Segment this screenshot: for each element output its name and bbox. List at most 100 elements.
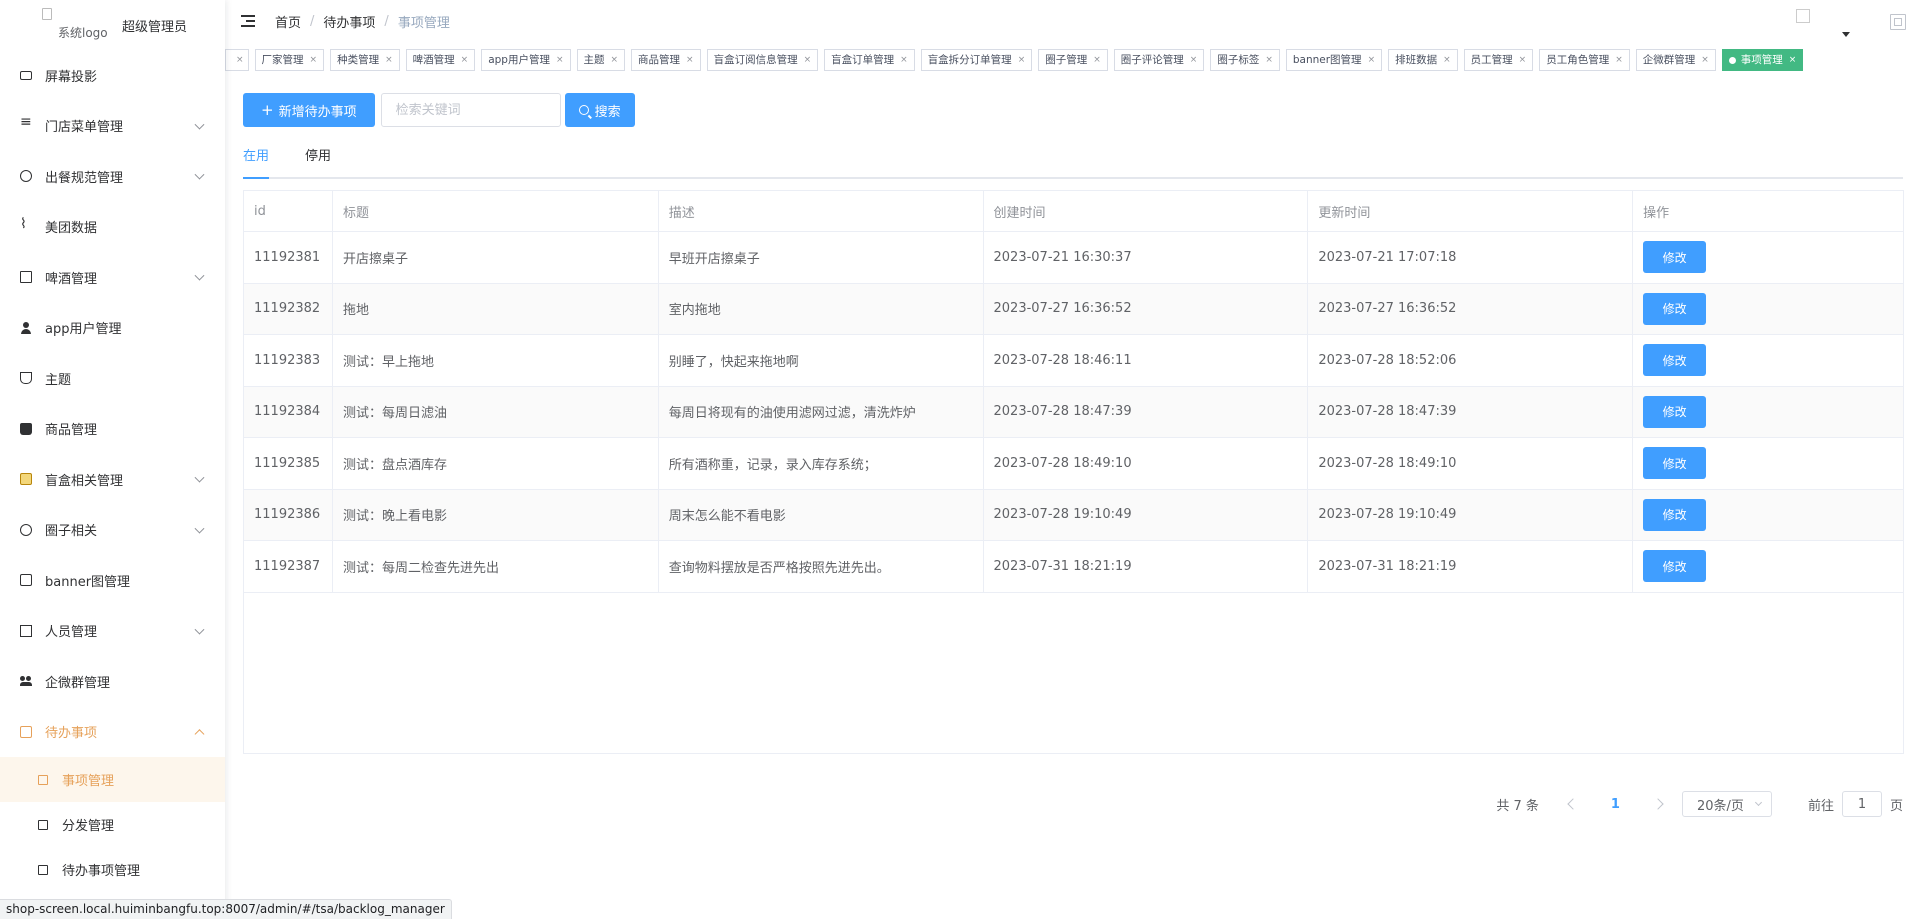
task-icon (38, 774, 48, 785)
screen-icon (20, 70, 32, 80)
tag-view-item[interactable]: 厂家管理 × (254, 49, 325, 71)
sidebar-item[interactable]: 出餐规范管理 (0, 151, 225, 202)
circle-icon (20, 523, 32, 536)
close-icon[interactable]: × (1615, 50, 1623, 70)
tag-view-item[interactable]: 商品管理 × (631, 49, 701, 71)
tag-view-item[interactable]: 排班数据 × (1388, 49, 1458, 71)
sidebar-item[interactable]: 盲盒相关管理 (0, 454, 225, 505)
sidebar-subitem[interactable]: 事项管理 (0, 757, 225, 802)
search-input[interactable] (380, 93, 561, 127)
cell-actions: 修改 (1632, 386, 1904, 438)
table-row: 11192385 测试：盘点酒库存 所有酒称重，记录，录入库存系统； 2023-07-… (243, 437, 1904, 490)
tag-view-item[interactable]: 圈子管理 × (1038, 49, 1108, 71)
caret-down-icon[interactable] (1842, 32, 1850, 37)
edit-button[interactable]: 修改 (1643, 241, 1707, 274)
page-number[interactable]: 1 (1611, 797, 1620, 812)
close-icon[interactable]: × (1265, 50, 1273, 70)
sidebar-item[interactable]: 门店菜单管理 (0, 101, 225, 152)
close-icon[interactable]: × (556, 50, 564, 70)
tab-in-use[interactable]: 在用 (243, 145, 270, 179)
tag-view-item[interactable]: 盲盒订单管理 × (824, 49, 915, 71)
sidebar-item-label: 屏幕投影 (45, 69, 98, 85)
add-todo-button[interactable]: + 新增待办事项 (243, 93, 375, 127)
tag-view-item[interactable]: 主题 × (576, 49, 626, 71)
fullscreen-icon[interactable] (1890, 14, 1906, 30)
close-icon[interactable]: × (236, 50, 244, 70)
todo-table: id 标题 描述 创建时间 更新时间 操作 11192381 开店擦桌子 早班开店擦… (243, 190, 1904, 593)
edit-button[interactable]: 修改 (1643, 550, 1707, 583)
cell-id: 11192385 (243, 437, 333, 490)
chevron-left-icon[interactable] (1567, 798, 1579, 810)
tag-view-item[interactable]: 种类管理 × (330, 49, 400, 71)
brand: 系统logo 超级管理员 (0, 0, 225, 50)
chevron-down-icon (194, 624, 205, 635)
sidebar-item[interactable]: 商品管理 (0, 404, 225, 455)
tab-disabled[interactable]: 停用 (305, 145, 331, 177)
tag-view-item[interactable]: 事项管理 × (1721, 49, 1804, 71)
sidebar-item[interactable]: 主题 (0, 353, 225, 404)
cell-created: 2023-07-28 18:47:39 (983, 386, 1309, 438)
close-icon[interactable]: × (1701, 50, 1709, 70)
sidebar-item[interactable]: 圈子相关 (0, 505, 225, 556)
hamburger-icon[interactable] (241, 15, 255, 27)
sidebar-subitem[interactable]: 分发管理 (0, 802, 225, 847)
sidebar-item[interactable]: banner图管理 (0, 555, 225, 606)
breadcrumb-home[interactable]: 首页 (275, 12, 301, 31)
cell-title: 测试：每周二检查先进先出 (332, 540, 659, 593)
close-icon[interactable]: × (1368, 50, 1376, 70)
tag-view-item[interactable]: 企微群管理 × (1635, 49, 1716, 71)
edit-button[interactable]: 修改 (1643, 292, 1707, 325)
close-icon[interactable]: × (611, 50, 619, 70)
sidebar-item[interactable]: app用户管理 (0, 303, 225, 354)
tag-view-item[interactable]: 圈子标签 × (1210, 49, 1280, 71)
tag-label: 员工角色管理 (1546, 54, 1610, 66)
target-icon (20, 170, 32, 183)
close-icon[interactable]: × (385, 50, 393, 70)
close-icon[interactable]: × (461, 50, 469, 70)
close-icon[interactable]: × (804, 50, 812, 70)
avatar[interactable] (1796, 9, 1810, 23)
close-icon[interactable]: × (1093, 50, 1101, 70)
tag-close-partial[interactable]: × (225, 49, 249, 71)
close-icon[interactable]: × (1519, 50, 1527, 70)
close-icon[interactable]: × (1789, 50, 1797, 70)
edit-button[interactable]: 修改 (1643, 395, 1707, 428)
system-logo: 系统logo (42, 8, 108, 42)
edit-button[interactable]: 修改 (1643, 498, 1707, 531)
page-size-select[interactable]: 20条/页 (1681, 791, 1772, 817)
close-icon[interactable]: × (1018, 50, 1026, 70)
close-icon[interactable]: × (900, 50, 908, 70)
close-icon[interactable]: × (1190, 50, 1198, 70)
close-icon[interactable]: × (1443, 50, 1451, 70)
tag-view-item[interactable]: app用户管理 × (481, 49, 571, 71)
close-icon[interactable]: × (310, 50, 318, 70)
sidebar-item[interactable]: 美团数据 (0, 202, 225, 253)
edit-button[interactable]: 修改 (1643, 447, 1707, 480)
tag-view-item[interactable]: banner图管理 × (1285, 49, 1383, 71)
sidebar-item[interactable]: 啤酒管理 (0, 252, 225, 303)
sidebar-item[interactable]: 待办事项 (0, 707, 225, 758)
tag-view-item[interactable]: 员工角色管理 × (1539, 49, 1630, 71)
column-header-actions: 操作 (1632, 190, 1904, 232)
group-icon (20, 675, 32, 687)
page-size-value: 20条/页 (1696, 798, 1744, 814)
sidebar-item[interactable]: 屏幕投影 (0, 50, 225, 101)
close-icon[interactable]: × (686, 50, 694, 70)
tag-view-item[interactable]: 啤酒管理 × (405, 49, 476, 71)
chevron-right-icon[interactable] (1652, 798, 1664, 810)
cell-desc: 查询物料摆放是否严格按照先进先出。 (658, 540, 984, 593)
goto-prefix: 前往 (1807, 798, 1834, 814)
tag-view-item[interactable]: 圈子评论管理 × (1113, 49, 1205, 71)
sidebar-item[interactable]: 企微群管理 (0, 656, 225, 707)
goto-page-input[interactable] (1841, 791, 1882, 817)
edit-button[interactable]: 修改 (1643, 344, 1707, 377)
tag-label: 企微群管理 (1642, 54, 1696, 66)
sidebar-subitem[interactable]: 待办事项管理 (0, 847, 225, 892)
breadcrumb-todo[interactable]: 待办事项 (323, 12, 375, 31)
breadcrumb-separator: / (384, 13, 389, 29)
tag-view-item[interactable]: 盲盒拆分订单管理 × (920, 49, 1033, 71)
search-button[interactable]: 搜索 (564, 93, 635, 127)
sidebar-item[interactable]: 人员管理 (0, 606, 225, 657)
tag-view-item[interactable]: 盲盒订阅信息管理 × (706, 49, 819, 71)
tag-view-item[interactable]: 员工管理 × (1463, 49, 1534, 71)
